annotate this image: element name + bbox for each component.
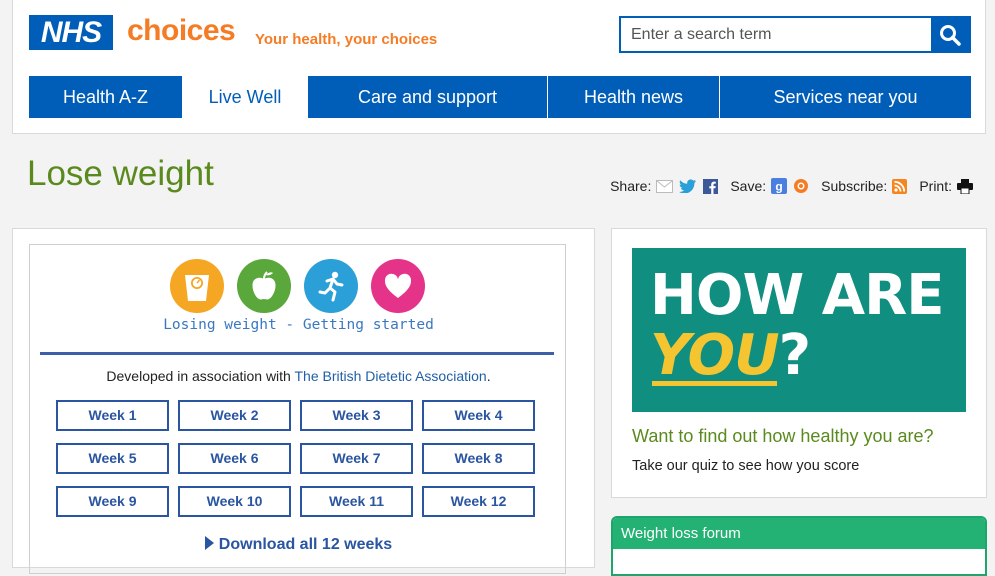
week-12-button[interactable]: Week 12 [422,486,535,517]
rss-icon[interactable] [892,178,908,194]
bda-link[interactable]: The British Dietetic Association [294,368,486,384]
forum-title[interactable]: Weight loss forum [613,518,985,549]
week-6-button[interactable]: Week 6 [178,443,291,474]
getting-started-heading[interactable]: Losing weight - Getting started [30,317,567,333]
nhs-logo[interactable]: NHS [29,15,113,50]
tagline: Your health, your choices [255,31,438,48]
weight-loss-forum: Weight loss forum [611,516,987,576]
banner-line-1: HOW ARE [650,263,944,328]
nav-health-a-z[interactable]: Health A-Z [29,76,182,118]
choices-logo[interactable]: choices [127,14,236,48]
twitter-icon[interactable] [679,179,697,193]
bookmark-ring-icon[interactable] [793,178,809,194]
week-10-button[interactable]: Week 10 [178,486,291,517]
scales-icon [170,259,224,313]
search-icon [940,24,961,46]
print-label: Print: [919,178,952,194]
banner-question-mark: ? [778,323,812,388]
play-arrow-icon [204,536,214,550]
search-input[interactable] [621,18,931,51]
week-8-button[interactable]: Week 8 [422,443,535,474]
how-are-you-banner[interactable]: HOW ARE YOU? [632,248,966,412]
nav-care-and-support[interactable]: Care and support [308,76,547,118]
share-toolbar: Share: Save: g Subscribe: Print: [610,176,973,196]
svg-text:g: g [775,180,782,194]
site-header: NHS choices Your health, your choices He… [12,0,986,134]
week-11-button[interactable]: Week 11 [300,486,413,517]
printer-icon[interactable] [957,178,973,194]
facebook-icon[interactable] [703,178,719,194]
week-3-button[interactable]: Week 3 [300,400,413,431]
banner-text: HOW ARE YOU? [650,263,944,386]
banner-line-2: YOU? [650,326,943,386]
developed-with-text: Developed in association with The Britis… [30,368,567,384]
share-label: Share: [610,178,652,194]
divider [40,352,554,355]
nav-services-near-you[interactable]: Services near you [720,76,971,118]
main-nav: Health A-Z Live Well Care and support He… [29,76,971,118]
lose-weight-plan-panel: Losing weight - Getting started Develope… [12,228,595,574]
apple-icon [237,259,291,313]
search-box [619,16,971,53]
developed-suffix: . [486,368,491,384]
nav-live-well[interactable]: Live Well [182,76,308,118]
week-2-button[interactable]: Week 2 [178,400,291,431]
nav-health-news[interactable]: Health news [548,76,719,118]
subscribe-label: Subscribe: [821,178,888,194]
promo-subtitle: Take our quiz to see how you score [632,458,860,474]
download-all-link[interactable]: Download all 12 weeks [30,536,567,554]
email-icon[interactable] [656,179,674,193]
download-label: Download all 12 weeks [218,536,393,553]
google-bookmark-icon[interactable]: g [771,178,788,194]
heart-icon [371,259,425,313]
developed-prefix: Developed in association with [106,368,295,384]
week-4-button[interactable]: Week 4 [422,400,535,431]
promo-title-link[interactable]: Want to find out how healthy you are? [632,426,934,447]
save-label: Save: [730,178,767,194]
week-1-button[interactable]: Week 1 [56,400,169,431]
search-button[interactable] [931,18,969,51]
runner-icon [304,259,358,313]
plan-box: Losing weight - Getting started Develope… [29,244,566,574]
page-title: Lose weight [27,154,214,193]
week-5-button[interactable]: Week 5 [56,443,169,474]
week-9-button[interactable]: Week 9 [56,486,169,517]
week-7-button[interactable]: Week 7 [300,443,413,474]
how-are-you-promo: HOW ARE YOU? Want to find out how health… [611,228,987,498]
banner-you: YOU [650,323,780,388]
